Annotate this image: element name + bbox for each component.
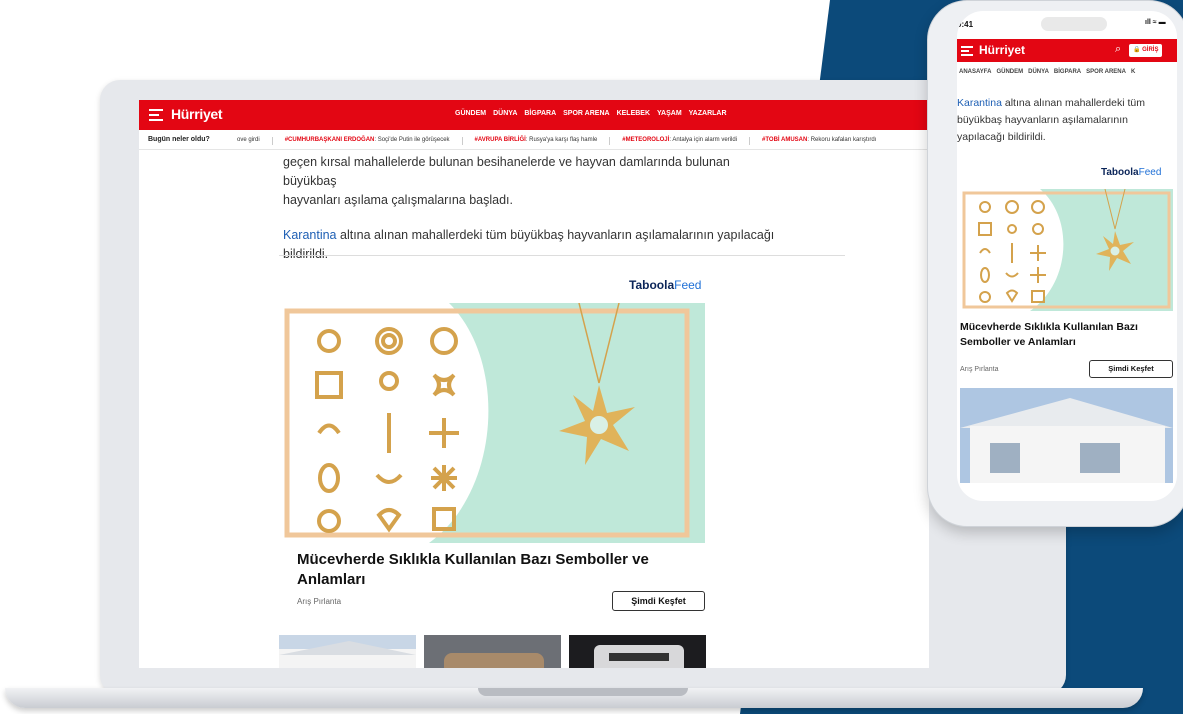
- hamburger-menu-icon[interactable]: [961, 46, 973, 56]
- ad-title[interactable]: Mücevherde Sıklıkla Kullanılan Bazı Semb…: [297, 550, 697, 590]
- article-paragraph: Karantina altına alınan mahallerdeki tüm…: [283, 228, 775, 261]
- site-logo[interactable]: Hürriyet: [979, 43, 1025, 57]
- news-ticker: Bugün neler oldu? ove girdi #CUMHURBAŞKA…: [139, 130, 929, 150]
- thumbnail-house[interactable]: [960, 388, 1173, 483]
- hamburger-menu-icon[interactable]: [149, 109, 163, 121]
- main-nav: GÜNDEM DÜNYA BİGPARA SPOR ARENA KELEBEK …: [455, 110, 727, 117]
- site-logo[interactable]: Hürriyet: [171, 106, 223, 122]
- ad-title[interactable]: Mücevherde Sıklıkla Kullanılan Bazı Semb…: [960, 320, 1170, 350]
- article-body: geçen kırsal mahallelerde bulunan besiha…: [283, 153, 783, 280]
- karantina-link[interactable]: Karantina: [283, 228, 337, 242]
- ad-cta-button[interactable]: Şimdi Keşfet: [612, 591, 705, 611]
- site-header: Hürriyet GÜNDEM DÜNYA BİGPARA SPOR ARENA…: [139, 100, 929, 130]
- ad-cta-button[interactable]: Şimdi Keşfet: [1089, 360, 1173, 378]
- ad-image-jewelry[interactable]: [279, 303, 705, 543]
- thumbnail-suv[interactable]: [569, 635, 706, 668]
- nav-item-dunya[interactable]: DÜNYA: [1028, 69, 1049, 81]
- nav-item-bigpara[interactable]: BİGPARA: [1054, 69, 1081, 81]
- nav-item-spor-arena[interactable]: SPOR ARENA: [563, 110, 609, 117]
- ticker-item[interactable]: ove girdi: [237, 137, 260, 145]
- ad-source: Arış Pırlanta: [960, 366, 999, 373]
- login-button[interactable]: 🔒 GİRİŞ: [1129, 44, 1163, 57]
- status-bar: 9:41 ıll ≈ ▬: [957, 11, 1177, 35]
- ticker-items: ove girdi #CUMHURBAŞKANI ERDOĞAN: Soçi'd…: [237, 137, 876, 145]
- mobile-article-text: Karantina altına alınan mahallerdeki tüm…: [957, 97, 1145, 143]
- search-icon[interactable]: ⌕: [1115, 43, 1121, 56]
- promo-stage: Hürriyet GÜNDEM DÜNYA BİGPARA SPOR ARENA…: [0, 0, 1183, 714]
- nav-item-more[interactable]: K: [1131, 69, 1135, 81]
- status-time: 9:41: [957, 20, 974, 29]
- thumbnail-car[interactable]: [424, 635, 561, 668]
- ad-image-jewelry[interactable]: [960, 189, 1173, 311]
- nav-item-gundem[interactable]: GÜNDEM: [996, 69, 1023, 81]
- ticker-item[interactable]: #AVRUPA BİRLİĞİ: Rusya'ya karşı flaş ham…: [475, 137, 598, 145]
- ad-source: Arış Pırlanta: [297, 597, 342, 606]
- ticker-item[interactable]: #TOBİ AMUSAN: Rekoru kafaları karıştırdı: [762, 137, 876, 145]
- nav-item-gundem[interactable]: GÜNDEM: [455, 110, 486, 117]
- ticker-label: Bugün neler oldu?: [148, 136, 210, 143]
- desktop-website: Hürriyet GÜNDEM DÜNYA BİGPARA SPOR ARENA…: [139, 100, 929, 668]
- dynamic-island: [1041, 17, 1107, 31]
- nav-item-anasayfa[interactable]: ANASAYFA: [959, 69, 991, 81]
- mobile-nav: ANASAYFA GÜNDEM DÜNYA BİGPARA SPOR ARENA…: [957, 63, 1177, 81]
- ticker-item[interactable]: #METEOROLOJİ: Antalya için alarm verildi: [622, 137, 737, 145]
- nav-item-yasam[interactable]: YAŞAM: [657, 110, 682, 117]
- article-paragraph: geçen kırsal mahallelerde bulunan besiha…: [283, 155, 730, 207]
- nav-item-spor-arena[interactable]: SPOR ARENA: [1086, 69, 1126, 81]
- mobile-website: 9:41 ıll ≈ ▬ Hürriyet ⌕ 🔒 GİRİŞ ANASAYFA…: [957, 11, 1177, 501]
- related-thumbnails: [279, 635, 706, 668]
- signal-wifi-battery-icon: ıll ≈ ▬: [1145, 19, 1166, 26]
- divider: [279, 255, 845, 256]
- nav-item-dunya[interactable]: DÜNYA: [493, 110, 517, 117]
- taboola-feed-logo[interactable]: TaboolaFeed: [629, 278, 701, 292]
- nav-item-kelebek[interactable]: KELEBEK: [617, 110, 650, 117]
- thumbnail-house[interactable]: [279, 635, 416, 668]
- nav-item-yazarlar[interactable]: YAZARLAR: [689, 110, 727, 117]
- taboola-feed-logo[interactable]: TaboolaFeed: [1101, 167, 1161, 178]
- karantina-link[interactable]: Karantina: [957, 97, 1002, 109]
- ticker-item[interactable]: #CUMHURBAŞKANI ERDOĞAN: Soçi'de Putin il…: [285, 137, 450, 145]
- laptop-notch: [478, 688, 688, 696]
- mobile-header: Hürriyet ⌕ 🔒 GİRİŞ: [957, 39, 1177, 62]
- nav-item-bigpara[interactable]: BİGPARA: [524, 110, 556, 117]
